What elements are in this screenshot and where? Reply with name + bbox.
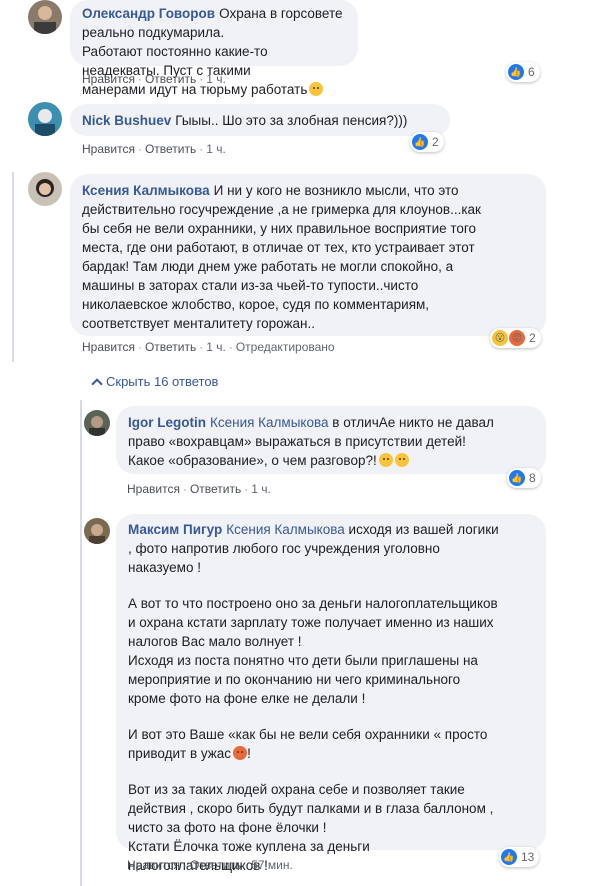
- comment-text: И ни у кого не возникло мысли, что это: [213, 183, 459, 198]
- comment-text: Гыыы.. Шо это за злобная пенсия?))): [175, 113, 408, 128]
- like-link[interactable]: Нравится: [82, 72, 135, 86]
- like-link[interactable]: Нравится: [82, 142, 135, 156]
- avatar[interactable]: [84, 410, 110, 436]
- reply-author[interactable]: Igor Legotin: [128, 415, 206, 430]
- comment-bubble: Nick Bushuev Гыыы.. Шо это за злобная пен…: [70, 104, 450, 136]
- reply-link[interactable]: Ответить: [190, 482, 241, 496]
- reply-text: И вот это Ваше «как бы не вели себя охра…: [128, 727, 488, 742]
- comment-bubble: Олександр Говоров Охрана в горсовете реал…: [70, 0, 358, 97]
- reaction-count: 2: [432, 135, 439, 149]
- reply-text: Кстати Ёлочка тоже куплена за деньги: [128, 839, 370, 854]
- reactions-summary[interactable]: 👍 6: [506, 62, 540, 82]
- reply-bubble: Максим Пигур Ксения Калмыкова исходя из в…: [116, 514, 546, 873]
- reply-text: мероприятие и по окончанию ни чего крими…: [128, 672, 461, 687]
- reply-link[interactable]: Ответить: [145, 142, 196, 156]
- comment-actions: Нравится · Ответить · 1 ч.: [82, 72, 226, 86]
- reply-text: право «вохравцам» выражаться в присутств…: [128, 434, 466, 449]
- comment-actions: Нравится · Ответить · 1 ч. · Отредактировано: [82, 340, 335, 354]
- like-link[interactable]: Нравится: [127, 858, 180, 872]
- reply-text: Исходя из поста понятно что дети были пр…: [128, 653, 478, 668]
- reply-actions: Нравится · Ответить · 1 ч.: [127, 482, 271, 496]
- comment-text: действительно госучреждение ,а не гример…: [82, 202, 481, 217]
- reply-link[interactable]: Ответить: [190, 858, 241, 872]
- reply-text: кроме фото на фоне елке не делали !: [128, 691, 366, 706]
- like-link[interactable]: Нравится: [127, 482, 180, 496]
- sad-emoji-icon: [378, 453, 393, 467]
- reply-time[interactable]: 1 ч.: [251, 482, 271, 496]
- reply-text: налогов Вас мало волнует !: [128, 634, 302, 649]
- reaction-count: 2: [529, 331, 536, 345]
- avatar[interactable]: [28, 102, 62, 136]
- reply-text: Вот из за таких людей охрана себе и позв…: [128, 782, 465, 797]
- reply-text: наказуемо !: [128, 560, 201, 575]
- reply-text: чисто за фото на фоне ёлочки !: [128, 820, 327, 835]
- comment-time[interactable]: 1 ч.: [206, 72, 226, 86]
- hide-replies-label: Скрыть 16 ответов: [106, 374, 219, 389]
- reply-text: приводит в ужас: [128, 746, 232, 761]
- reply-text: Какое «образование», о чем разговор?!: [128, 453, 377, 468]
- reaction-count: 6: [528, 65, 535, 79]
- like-icon: 👍: [501, 849, 517, 865]
- comment-author[interactable]: Nick Bushuev: [82, 113, 171, 128]
- reactions-summary[interactable]: 👍 2: [410, 132, 444, 152]
- reply-time[interactable]: 57 мин.: [251, 858, 293, 872]
- comment-text: николаевское жлобство, корое, судя по ко…: [82, 297, 430, 312]
- thread-line: [12, 172, 14, 362]
- reply-text: исходя из вашей логики: [348, 522, 499, 537]
- comment-bubble: Ксения Калмыкова И ни у кого не возникло …: [70, 174, 546, 336]
- avatar[interactable]: [84, 518, 110, 544]
- edited-label[interactable]: Отредактировано: [236, 340, 335, 354]
- chevron-up-icon: [91, 377, 103, 390]
- reply-author[interactable]: Максим Пигур: [128, 522, 222, 537]
- comment-text: соответствует менталитету горожан..: [82, 316, 315, 331]
- comment-text: бы себя не вели охранники, у них правиль…: [82, 221, 477, 236]
- comment-text: машины в заторах стали из-за чьей-то туп…: [82, 278, 419, 293]
- angry-emoji-icon: [233, 746, 248, 760]
- reply-text: действия , скоро бить будут палками и в …: [128, 801, 494, 816]
- reaction-count: 13: [521, 850, 535, 864]
- disappointed-emoji-icon: [394, 453, 409, 467]
- comment-author[interactable]: Олександр Говоров: [82, 6, 215, 21]
- mention-link[interactable]: Ксения Калмыкова: [226, 522, 345, 537]
- like-icon: 👍: [509, 470, 525, 486]
- avatar[interactable]: [28, 172, 62, 206]
- reply-text: , фото напротив любого гос учреждения уг…: [128, 541, 440, 556]
- reply-thread-line: [80, 400, 82, 886]
- like-link[interactable]: Нравится: [82, 340, 135, 354]
- comment-actions: Нравится · Ответить · 1 ч.: [82, 142, 226, 156]
- comment-time[interactable]: 1 ч.: [206, 340, 226, 354]
- reactions-summary[interactable]: 😮 😡 2: [490, 328, 541, 348]
- reply-link[interactable]: Ответить: [145, 72, 196, 86]
- reply-text: в отличАе никто не давал: [332, 415, 494, 430]
- comment-author[interactable]: Ксения Калмыкова: [82, 183, 210, 198]
- reply-text: и охрана кстати зарплату тоже получает и…: [128, 615, 494, 630]
- like-icon: 👍: [508, 64, 524, 80]
- hide-replies-button[interactable]: Скрыть 16 ответов: [91, 374, 219, 390]
- comment-text: места, где они работают, в отличае от те…: [82, 240, 475, 255]
- comment-text: бардак! Там люди днем уже работать не мо…: [82, 259, 454, 274]
- reply-actions: Нравится · Ответить · 57 мин.: [127, 858, 293, 872]
- reply-bubble: Igor Legotin Ксения Калмыкова в отличАе н…: [116, 406, 546, 474]
- reactions-summary[interactable]: 👍 8: [507, 468, 541, 488]
- comment-time[interactable]: 1 ч.: [206, 142, 226, 156]
- avatar[interactable]: [28, 0, 62, 34]
- sad-emoji-icon: [309, 82, 324, 96]
- like-icon: 👍: [412, 134, 428, 150]
- reaction-count: 8: [529, 471, 536, 485]
- wow-reaction-icon: 😮: [492, 330, 508, 346]
- reply-text: А вот то что построено оно за деньги нал…: [128, 596, 498, 611]
- angry-reaction-icon: 😡: [509, 330, 525, 346]
- reply-link[interactable]: Ответить: [145, 340, 196, 354]
- reactions-summary[interactable]: 👍 13: [499, 847, 540, 867]
- mention-link[interactable]: Ксения Калмыкова: [210, 415, 329, 430]
